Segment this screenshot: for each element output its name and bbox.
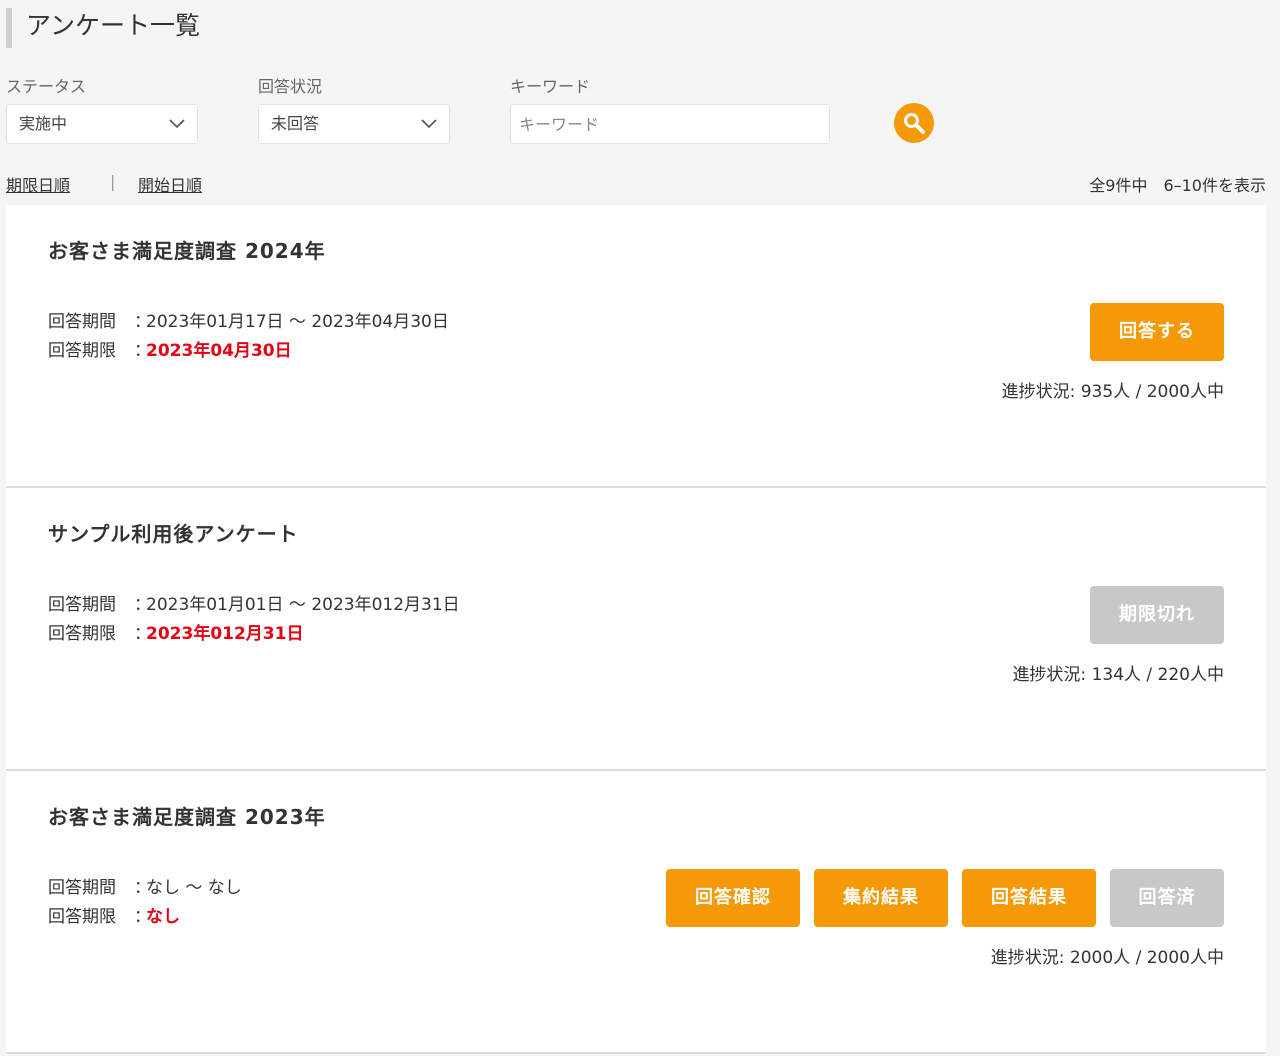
survey-title: サンプル利用後アンケート [48,522,299,546]
progress-status: 進捗状況: 134人 / 220人中 [1012,665,1224,685]
colon: ： [134,312,151,332]
keyword-filter-label: キーワード [510,77,591,96]
answer-deadline-value: 2023年04月30日 [146,341,292,361]
answer-deadline-label: 回答期限 [48,624,116,644]
colon: ： [134,907,151,927]
sort-separator: | [110,172,116,191]
filter-bar: ステータス 実施中 回答状況 未回答 キーワード [6,76,1266,146]
answer-period-label: 回答期間 [48,878,116,898]
answer-period-label: 回答期間 [48,312,116,332]
chevron-down-icon [421,119,437,129]
answer-button[interactable]: 回答する [1090,303,1224,361]
answer-deadline-row: 回答期限 ：2023年04月30日 [48,336,292,361]
answer-deadline-row: 回答期限 ：なし [48,902,180,927]
survey-card: サンプル利用後アンケート 回答期間 ：2023年01月01日 ～ 2023年012… [6,488,1266,771]
keyword-input[interactable] [510,104,830,144]
answer-deadline-label: 回答期限 [48,907,116,927]
chevron-down-icon [169,119,185,129]
answer-deadline-row: 回答期限 ：2023年012月31日 [48,619,303,644]
search-icon [904,113,925,134]
answer-select-value: 未回答 [271,114,320,133]
keyword-filter: キーワード [510,76,830,144]
page-title: アンケート一覧 [6,8,200,48]
colon: ： [134,341,151,361]
progress-status: 進捗状況: 935人 / 2000人中 [1001,382,1224,402]
status-filter: ステータス 実施中 [6,76,198,144]
answer-period-value: 2023年01月17日 ～ 2023年04月30日 [146,312,449,332]
answered-button[interactable]: 回答済 [1110,869,1224,927]
sort-by-deadline-link[interactable]: 期限日順 [6,172,70,196]
answer-result-button[interactable]: 回答結果 [962,869,1096,927]
survey-title: お客さま満足度調査 2024年 [48,239,326,263]
survey-list: お客さま満足度調査 2024年 回答期間 ：2023年01月17日 ～ 2023年… [6,205,1266,1054]
status-select-value: 実施中 [19,114,68,133]
expired-button[interactable]: 期限切れ [1090,586,1224,644]
sort-by-start-link[interactable]: 開始日順 [138,172,202,196]
result-count: 全9件中 6–10件を表示 [1089,176,1266,195]
answer-filter: 回答状況 未回答 [258,76,450,144]
answer-deadline-label: 回答期限 [48,341,116,361]
survey-card: お客さま満足度調査 2024年 回答期間 ：2023年01月17日 ～ 2023年… [6,205,1266,488]
answer-period-value: 2023年01月01日 ～ 2023年012月31日 [146,595,460,615]
answer-select[interactable]: 未回答 [258,104,450,144]
answer-filter-label: 回答状況 [258,77,323,96]
progress-status: 進捗状況: 2000人 / 2000人中 [990,948,1224,968]
answer-deadline-value: なし [146,907,180,927]
colon: ： [134,624,151,644]
answer-confirm-button[interactable]: 回答確認 [666,869,800,927]
answer-period-row: 回答期間 ：なし ～ なし [48,873,242,898]
sort-bar: 期限日順 | 開始日順 全9件中 6–10件を表示 [6,172,1266,196]
survey-card: お客さま満足度調査 2023年 回答期間 ：なし ～ なし 回答期限 ：なし 回答確… [6,771,1266,1054]
search-button[interactable] [894,103,934,143]
answer-period-row: 回答期間 ：2023年01月01日 ～ 2023年012月31日 [48,590,460,615]
colon: ： [134,878,151,898]
answer-deadline-value: 2023年012月31日 [146,624,304,644]
answer-period-row: 回答期間 ：2023年01月17日 ～ 2023年04月30日 [48,307,449,332]
status-filter-label: ステータス [6,77,87,96]
aggregate-result-button[interactable]: 集約結果 [814,869,948,927]
colon: ： [134,595,151,615]
answer-period-value: なし ～ なし [146,878,242,898]
survey-title: お客さま満足度調査 2023年 [48,805,326,829]
status-select[interactable]: 実施中 [6,104,198,144]
answer-period-label: 回答期間 [48,595,116,615]
